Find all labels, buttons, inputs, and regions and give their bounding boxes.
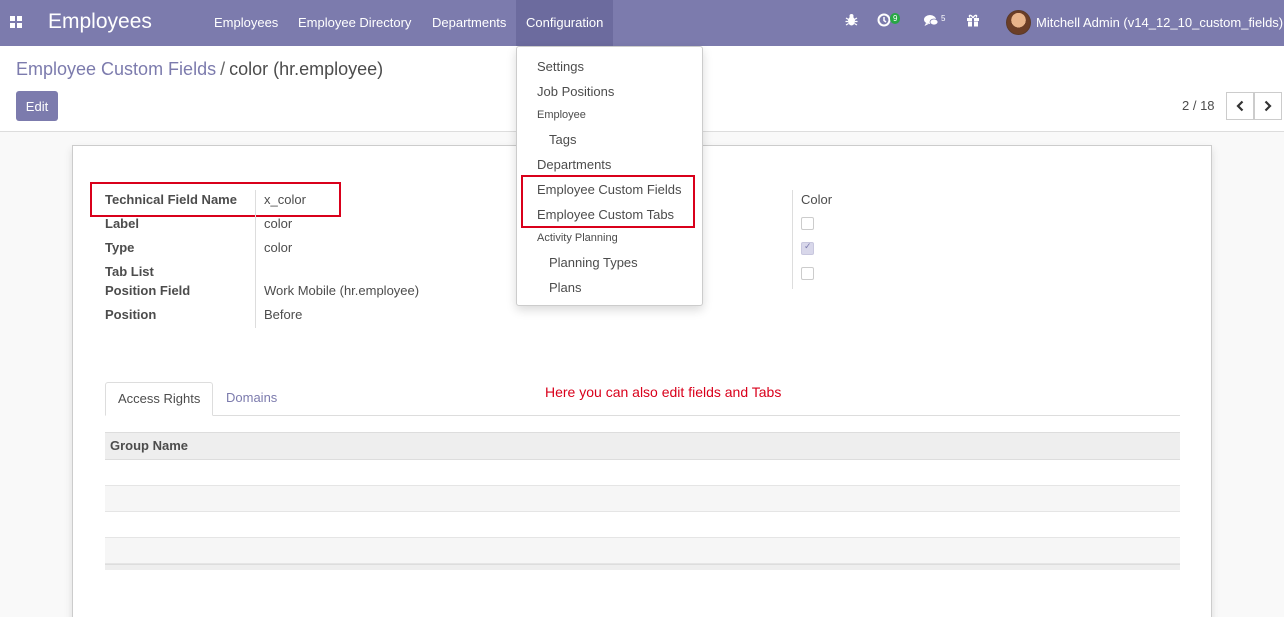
pager-value[interactable]: 2 / 18 [1182, 98, 1215, 113]
option-checkbox-2[interactable] [801, 241, 814, 255]
menu-item-plans[interactable]: Plans [549, 280, 582, 295]
technical-field-name-value: x_color [264, 192, 306, 207]
position-label: Position [105, 307, 157, 322]
activity-badge: 9 [890, 13, 901, 24]
breadcrumb-separator: / [220, 59, 226, 79]
type-label: Type [105, 240, 135, 255]
highlight-box-custom-menus [521, 175, 695, 228]
breadcrumb-current: color (hr.employee) [229, 59, 384, 79]
table-row [105, 486, 1180, 512]
right-column-value: Color [801, 192, 833, 207]
bug-icon[interactable] [845, 13, 858, 30]
pager-next-button[interactable] [1254, 92, 1282, 120]
right-column-separator [792, 190, 793, 289]
user-menu[interactable]: Mitchell Admin (v14_12_10_custom_fields) [1036, 0, 1283, 46]
chevron-left-icon [1236, 100, 1244, 112]
type-value: color [264, 240, 293, 255]
tab-access-rights[interactable]: Access Rights [105, 382, 214, 416]
menu-item-tags[interactable]: Tags [549, 132, 576, 147]
access-rights-table: Group Name [105, 432, 1180, 570]
user-avatar[interactable] [1006, 10, 1031, 35]
apps-grid-icon[interactable] [10, 16, 24, 30]
column-header-group-name[interactable]: Group Name [105, 432, 1180, 460]
table-row [105, 512, 1180, 538]
menu-employees[interactable]: Employees [204, 0, 288, 46]
menu-header-employee: Employee [537, 109, 586, 121]
breadcrumb: Employee Custom Fields / color (hr.employe… [16, 59, 383, 80]
messages-badge: 5 [941, 14, 946, 23]
position-value: Before [264, 307, 303, 322]
breadcrumb-parent[interactable]: Employee Custom Fields [16, 59, 216, 79]
tab-domains[interactable]: Domains [214, 382, 289, 416]
tab-list-label: Tab List [105, 264, 154, 279]
position-field-label: Position Field [105, 283, 191, 298]
annotation-text: Here you can also edit fields and Tabs [545, 384, 782, 400]
pager-previous-button[interactable] [1226, 92, 1254, 120]
menu-header-activity-planning: Activity Planning [537, 232, 618, 244]
app-title[interactable]: Employees [48, 10, 152, 34]
option-checkbox-1[interactable] [801, 217, 814, 230]
edit-button[interactable]: Edit [16, 91, 58, 121]
menu-item-planning-types[interactable]: Planning Types [549, 255, 638, 270]
menu-employee-directory[interactable]: Employee Directory [288, 0, 421, 46]
menu-item-settings[interactable]: Settings [537, 59, 584, 74]
table-footer [105, 564, 1180, 570]
menu-departments[interactable]: Departments [422, 0, 516, 46]
option-checkbox-3[interactable] [801, 267, 814, 280]
field-separator [255, 190, 256, 328]
table-row [105, 538, 1180, 564]
configuration-dropdown: Settings Job Positions Employee Tags Dep… [516, 46, 703, 306]
top-navbar: Employees Employees Employee Directory D… [0, 0, 1284, 46]
label-value: color [264, 216, 293, 231]
table-row [105, 460, 1180, 486]
technical-field-name-label: Technical Field Name [105, 192, 237, 207]
menu-configuration[interactable]: Configuration [516, 0, 613, 46]
menu-item-departments[interactable]: Departments [537, 157, 611, 172]
position-field-value[interactable]: Work Mobile (hr.employee) [264, 283, 419, 298]
gift-icon[interactable] [966, 13, 980, 30]
menu-item-job-positions[interactable]: Job Positions [537, 84, 614, 99]
label-label: Label [105, 216, 139, 231]
chat-icon[interactable] [923, 14, 939, 30]
chevron-right-icon [1264, 100, 1272, 112]
clock-icon[interactable] [877, 13, 891, 30]
